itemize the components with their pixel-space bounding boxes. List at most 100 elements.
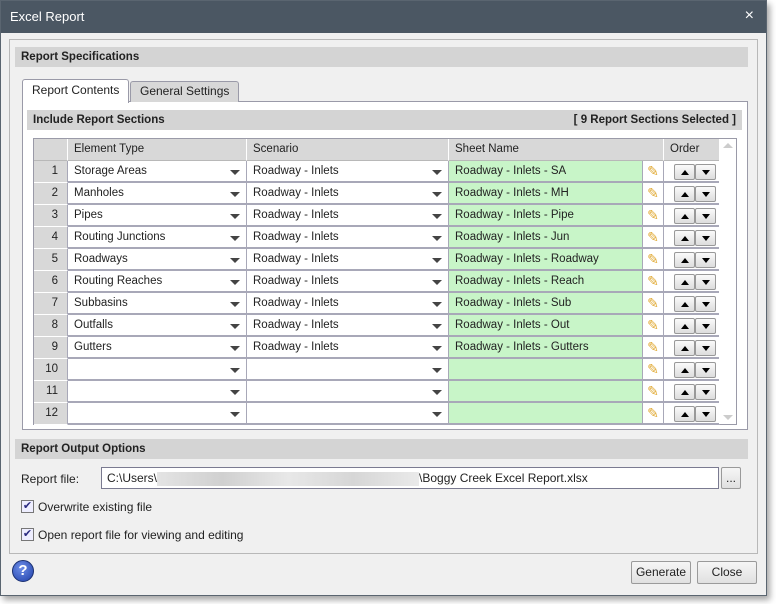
sheet-name-input[interactable]: Roadway - Inlets - SA — [449, 161, 643, 183]
chevron-down-icon[interactable] — [230, 258, 240, 263]
sheet-name-input[interactable] — [449, 359, 643, 381]
pencil-icon[interactable]: ✎ — [643, 271, 664, 293]
move-up-button[interactable] — [674, 340, 695, 356]
element-type-select[interactable] — [68, 403, 247, 425]
pencil-icon[interactable]: ✎ — [643, 249, 664, 271]
chevron-down-icon[interactable] — [432, 302, 442, 307]
scenario-select[interactable] — [247, 403, 449, 425]
sheet-name-input[interactable] — [449, 403, 643, 425]
chevron-down-icon[interactable] — [230, 236, 240, 241]
element-type-select[interactable]: Outfalls — [68, 315, 247, 337]
sheet-name-input[interactable]: Roadway - Inlets - Sub — [449, 293, 643, 315]
scenario-select[interactable]: Roadway - Inlets — [247, 227, 449, 249]
tab-general-settings[interactable]: General Settings — [130, 81, 240, 102]
sheet-name-input[interactable]: Roadway - Inlets - Reach — [449, 271, 643, 293]
help-icon[interactable]: ? — [12, 560, 34, 582]
scenario-select[interactable]: Roadway - Inlets — [247, 183, 449, 205]
element-type-select[interactable]: Routing Reaches — [68, 271, 247, 293]
chevron-down-icon[interactable] — [230, 192, 240, 197]
move-up-button[interactable] — [674, 362, 695, 378]
element-type-select[interactable] — [68, 359, 247, 381]
move-down-button[interactable] — [695, 296, 716, 312]
generate-button[interactable]: Generate — [631, 561, 691, 584]
element-type-select[interactable]: Manholes — [68, 183, 247, 205]
chevron-down-icon[interactable] — [230, 302, 240, 307]
chevron-down-icon[interactable] — [230, 324, 240, 329]
move-up-button[interactable] — [674, 164, 695, 180]
sheet-name-input[interactable] — [449, 381, 643, 403]
pencil-icon[interactable]: ✎ — [643, 315, 664, 337]
scenario-select[interactable]: Roadway - Inlets — [247, 315, 449, 337]
move-down-button[interactable] — [695, 230, 716, 246]
move-down-button[interactable] — [695, 340, 716, 356]
sheet-name-input[interactable]: Roadway - Inlets - Pipe — [449, 205, 643, 227]
chevron-down-icon[interactable] — [230, 170, 240, 175]
move-down-button[interactable] — [695, 208, 716, 224]
move-down-button[interactable] — [695, 186, 716, 202]
chevron-down-icon[interactable] — [230, 214, 240, 219]
scenario-select[interactable] — [247, 359, 449, 381]
sheet-name-input[interactable]: Roadway - Inlets - Jun — [449, 227, 643, 249]
move-up-button[interactable] — [674, 274, 695, 290]
move-down-button[interactable] — [695, 164, 716, 180]
sheet-name-input[interactable]: Roadway - Inlets - Gutters — [449, 337, 643, 359]
pencil-icon[interactable]: ✎ — [643, 359, 664, 381]
close-button[interactable]: Close — [697, 561, 757, 584]
chevron-down-icon[interactable] — [432, 236, 442, 241]
chevron-down-icon[interactable] — [230, 412, 240, 417]
move-down-button[interactable] — [695, 384, 716, 400]
pencil-icon[interactable]: ✎ — [643, 293, 664, 315]
scenario-select[interactable]: Roadway - Inlets — [247, 205, 449, 227]
sheet-name-input[interactable]: Roadway - Inlets - Roadway — [449, 249, 643, 271]
scenario-select[interactable]: Roadway - Inlets — [247, 293, 449, 315]
scenario-select[interactable]: Roadway - Inlets — [247, 337, 449, 359]
browse-button[interactable]: ... — [721, 467, 741, 489]
pencil-icon[interactable]: ✎ — [643, 183, 664, 205]
move-down-button[interactable] — [695, 406, 716, 422]
scenario-select[interactable] — [247, 381, 449, 403]
chevron-down-icon[interactable] — [432, 192, 442, 197]
pencil-icon[interactable]: ✎ — [643, 381, 664, 403]
move-up-button[interactable] — [674, 384, 695, 400]
chevron-down-icon[interactable] — [432, 324, 442, 329]
move-down-button[interactable] — [695, 318, 716, 334]
chevron-down-icon[interactable] — [432, 368, 442, 373]
move-down-button[interactable] — [695, 362, 716, 378]
scenario-select[interactable]: Roadway - Inlets — [247, 271, 449, 293]
element-type-select[interactable]: Storage Areas — [68, 161, 247, 183]
element-type-select[interactable]: Routing Junctions — [68, 227, 247, 249]
chevron-down-icon[interactable] — [230, 368, 240, 373]
pencil-icon[interactable]: ✎ — [643, 337, 664, 359]
sheet-name-input[interactable]: Roadway - Inlets - Out — [449, 315, 643, 337]
vertical-scrollbar[interactable] — [719, 139, 736, 424]
chevron-down-icon[interactable] — [432, 346, 442, 351]
tab-report-contents[interactable]: Report Contents — [22, 79, 130, 103]
element-type-select[interactable]: Subbasins — [68, 293, 247, 315]
move-up-button[interactable] — [674, 186, 695, 202]
chevron-down-icon[interactable] — [230, 390, 240, 395]
move-up-button[interactable] — [674, 296, 695, 312]
move-up-button[interactable] — [674, 318, 695, 334]
close-icon[interactable]: × — [745, 1, 754, 31]
move-up-button[interactable] — [674, 406, 695, 422]
pencil-icon[interactable]: ✎ — [643, 161, 664, 183]
chevron-down-icon[interactable] — [432, 258, 442, 263]
chevron-down-icon[interactable] — [230, 346, 240, 351]
report-file-input[interactable]: C:\Users\ \Boggy Creek Excel Report.xlsx — [101, 467, 719, 489]
move-up-button[interactable] — [674, 230, 695, 246]
overwrite-checkbox[interactable]: ✔ — [21, 500, 34, 513]
move-up-button[interactable] — [674, 252, 695, 268]
scenario-select[interactable]: Roadway - Inlets — [247, 161, 449, 183]
scenario-select[interactable]: Roadway - Inlets — [247, 249, 449, 271]
move-down-button[interactable] — [695, 252, 716, 268]
chevron-down-icon[interactable] — [432, 214, 442, 219]
element-type-select[interactable]: Gutters — [68, 337, 247, 359]
chevron-down-icon[interactable] — [432, 412, 442, 417]
pencil-icon[interactable]: ✎ — [643, 227, 664, 249]
chevron-down-icon[interactable] — [432, 170, 442, 175]
sheet-name-input[interactable]: Roadway - Inlets - MH — [449, 183, 643, 205]
open-report-checkbox[interactable]: ✔ — [21, 528, 34, 541]
chevron-down-icon[interactable] — [432, 390, 442, 395]
element-type-select[interactable]: Roadways — [68, 249, 247, 271]
pencil-icon[interactable]: ✎ — [643, 205, 664, 227]
